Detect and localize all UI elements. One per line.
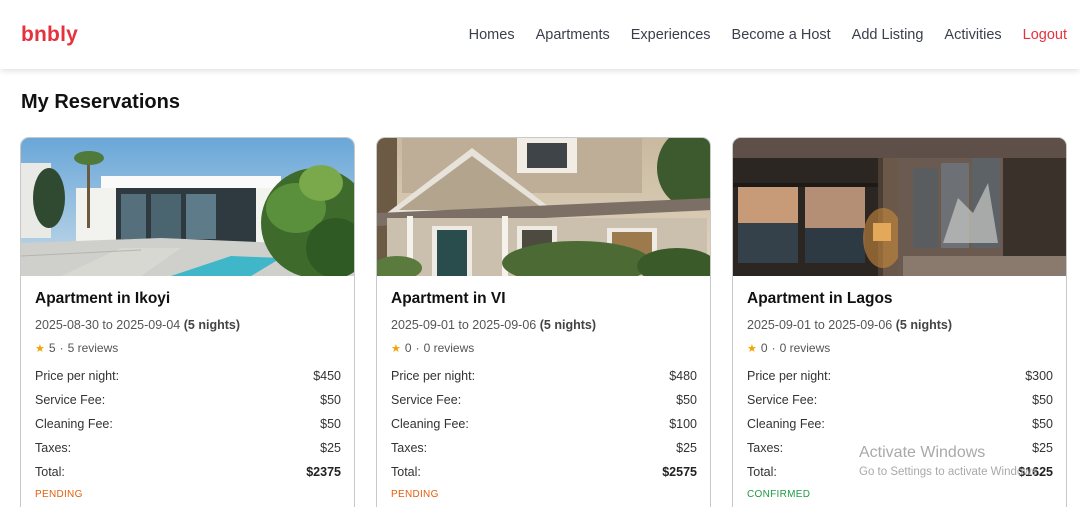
reservation-card[interactable]: Apartment in VI 2025-09-01 to 2025-09-06…: [376, 137, 711, 507]
separator: ·: [59, 341, 64, 355]
service-fee-row: Service Fee: $50: [391, 388, 697, 412]
listing-photo: [377, 138, 710, 276]
reservation-card[interactable]: Apartment in Ikoyi 2025-08-30 to 2025-09…: [20, 137, 355, 507]
listing-photo-craftsman-house: [377, 138, 710, 276]
taxes: $25: [320, 441, 341, 455]
cleaning-fee: $50: [320, 417, 341, 431]
listing-photo-living-room: [733, 138, 1066, 276]
nav-link-become-a-host[interactable]: Become a Host: [732, 27, 831, 43]
price-row: Price per night: $450: [35, 364, 341, 388]
cleaning-fee-label: Cleaning Fee:: [35, 417, 113, 431]
rating: ★ 0 · 0 reviews: [747, 341, 1053, 355]
price-per-night: $450: [313, 369, 341, 383]
status-badge: CONFIRMED: [747, 489, 811, 500]
cleaning-fee-row: Cleaning Fee: $50: [35, 412, 341, 436]
total-label: Total:: [391, 465, 421, 479]
rating-value: 0: [404, 341, 412, 355]
taxes: $25: [1032, 441, 1053, 455]
taxes-label: Taxes:: [747, 441, 784, 455]
cleaning-fee-row: Cleaning Fee: $100: [391, 412, 697, 436]
top-navbar: bnbly Homes Apartments Experiences Becom…: [0, 0, 1080, 69]
taxes: $25: [676, 441, 697, 455]
nav-links: Homes Apartments Experiences Become a Ho…: [469, 27, 1067, 43]
date-range: 2025-09-01 to 2025-09-06: [391, 318, 537, 332]
date-range: 2025-08-30 to 2025-09-04: [35, 318, 181, 332]
cleaning-fee-row: Cleaning Fee: $50: [747, 412, 1053, 436]
page-title: My Reservations: [21, 91, 180, 113]
total-row: Total: $2375: [35, 460, 341, 484]
reservation-dates: 2025-08-30 to 2025-09-04 (5 nights): [35, 318, 341, 332]
rating-value: 5: [48, 341, 56, 355]
review-count: 0 reviews: [779, 341, 831, 355]
listing-title: Apartment in Lagos: [747, 290, 893, 307]
logout-link[interactable]: Logout: [1023, 27, 1067, 43]
price-row: Price per night: $300: [747, 364, 1053, 388]
listing-photo: [21, 138, 354, 276]
nav-link-apartments[interactable]: Apartments: [536, 27, 610, 43]
total-row: Total: $2575: [391, 460, 697, 484]
star-icon: ★: [391, 342, 401, 355]
total-amount: $2375: [306, 465, 341, 479]
nav-link-homes[interactable]: Homes: [469, 27, 515, 43]
taxes-row: Taxes: $25: [747, 436, 1053, 460]
review-count: 0 reviews: [423, 341, 475, 355]
nights-count: (5 nights): [895, 318, 952, 332]
price-row: Price per night: $480: [391, 364, 697, 388]
listing-photo-modern-villa: [21, 138, 354, 276]
total-label: Total:: [35, 465, 65, 479]
cleaning-fee: $50: [1032, 417, 1053, 431]
status-badge: PENDING: [391, 489, 439, 500]
separator: ·: [771, 341, 776, 355]
taxes-label: Taxes:: [391, 441, 428, 455]
separator: ·: [415, 341, 420, 355]
service-fee: $50: [1032, 393, 1053, 407]
star-icon: ★: [747, 342, 757, 355]
cleaning-fee-label: Cleaning Fee:: [391, 417, 469, 431]
cleaning-fee-label: Cleaning Fee:: [747, 417, 825, 431]
service-fee-label: Service Fee:: [747, 393, 818, 407]
price-label: Price per night:: [391, 369, 476, 383]
price-per-night: $300: [1025, 369, 1053, 383]
date-range: 2025-09-01 to 2025-09-06: [747, 318, 893, 332]
rating: ★ 0 · 0 reviews: [391, 341, 697, 355]
taxes-row: Taxes: $25: [35, 436, 341, 460]
total-row: Total: $1625: [747, 460, 1053, 484]
service-fee-label: Service Fee:: [35, 393, 106, 407]
nights-count: (5 nights): [183, 318, 240, 332]
cleaning-fee: $100: [669, 417, 697, 431]
listing-photo: [733, 138, 1066, 276]
nav-link-experiences[interactable]: Experiences: [631, 27, 711, 43]
service-fee-row: Service Fee: $50: [35, 388, 341, 412]
rating: ★ 5 · 5 reviews: [35, 341, 341, 355]
total-amount: $1625: [1018, 465, 1053, 479]
price-label: Price per night:: [747, 369, 832, 383]
total-amount: $2575: [662, 465, 697, 479]
taxes-label: Taxes:: [35, 441, 72, 455]
taxes-row: Taxes: $25: [391, 436, 697, 460]
service-fee: $50: [676, 393, 697, 407]
listing-title: Apartment in Ikoyi: [35, 290, 171, 307]
nav-link-add-listing[interactable]: Add Listing: [852, 27, 924, 43]
nav-link-activities[interactable]: Activities: [944, 27, 1001, 43]
price-label: Price per night:: [35, 369, 120, 383]
reservations-list: Apartment in Ikoyi 2025-08-30 to 2025-09…: [20, 137, 1067, 507]
review-count: 5 reviews: [67, 341, 119, 355]
price-per-night: $480: [669, 369, 697, 383]
reservation-card[interactable]: Apartment in Lagos 2025-09-01 to 2025-09…: [732, 137, 1067, 507]
reservation-dates: 2025-09-01 to 2025-09-06 (5 nights): [747, 318, 1053, 332]
total-label: Total:: [747, 465, 777, 479]
service-fee-label: Service Fee:: [391, 393, 462, 407]
service-fee-row: Service Fee: $50: [747, 388, 1053, 412]
status-badge: PENDING: [35, 489, 83, 500]
rating-value: 0: [760, 341, 768, 355]
reservation-dates: 2025-09-01 to 2025-09-06 (5 nights): [391, 318, 697, 332]
star-icon: ★: [35, 342, 45, 355]
nights-count: (5 nights): [539, 318, 596, 332]
listing-title: Apartment in VI: [391, 290, 506, 307]
brand-logo[interactable]: bnbly: [21, 23, 78, 47]
service-fee: $50: [320, 393, 341, 407]
